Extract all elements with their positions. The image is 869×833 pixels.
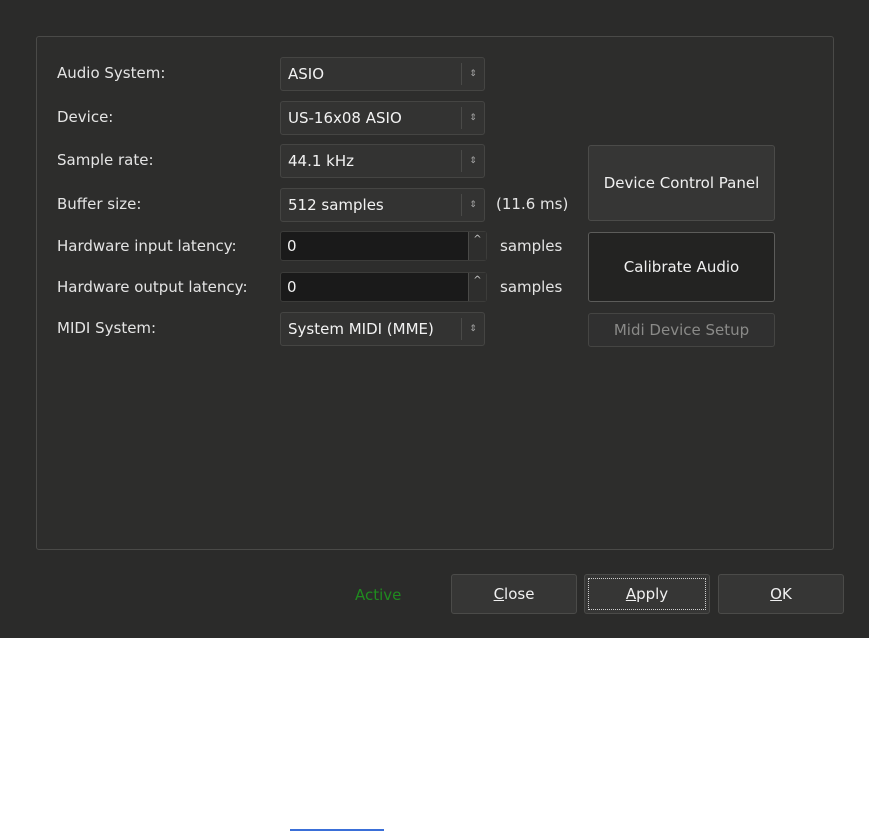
updown-chevron-icon: ⇕ bbox=[461, 63, 484, 85]
midi-system-label: MIDI System: bbox=[57, 319, 157, 337]
hw-input-latency-spinbox[interactable]: 0 ^ bbox=[280, 231, 487, 261]
focus-ring bbox=[588, 578, 706, 610]
device-value: US-16x08 ASIO bbox=[288, 109, 402, 127]
buffer-size-label: Buffer size: bbox=[57, 195, 142, 213]
link-underline bbox=[290, 829, 384, 831]
sample-rate-value: 44.1 kHz bbox=[288, 152, 355, 170]
midi-system-combo[interactable]: System MIDI (MME) ⇕ bbox=[280, 312, 485, 346]
updown-chevron-icon: ⇕ bbox=[461, 107, 484, 129]
hw-output-latency-spinbox[interactable]: 0 ^ bbox=[280, 272, 487, 302]
device-combo[interactable]: US-16x08 ASIO ⇕ bbox=[280, 101, 485, 135]
sample-rate-label: Sample rate: bbox=[57, 151, 154, 169]
hw-output-latency-value: 0 bbox=[287, 278, 297, 296]
audio-settings-dialog: Audio System: ASIO ⇕ Device: US-16x08 AS… bbox=[0, 0, 869, 638]
close-mnemonic: C bbox=[493, 585, 505, 603]
updown-chevron-icon: ⇕ bbox=[461, 150, 484, 172]
ok-label-rest: K bbox=[781, 585, 792, 603]
buffer-size-combo[interactable]: 512 samples ⇕ bbox=[280, 188, 485, 222]
audio-system-combo[interactable]: ASIO ⇕ bbox=[280, 57, 485, 91]
buffer-size-value: 512 samples bbox=[288, 196, 384, 214]
audio-system-value: ASIO bbox=[288, 65, 325, 83]
updown-chevron-icon: ⇕ bbox=[461, 318, 484, 340]
midi-system-value: System MIDI (MME) bbox=[288, 320, 434, 338]
midi-device-setup-button[interactable]: Midi Device Setup bbox=[588, 313, 775, 347]
hw-input-latency-label: Hardware input latency: bbox=[57, 237, 237, 255]
device-label: Device: bbox=[57, 108, 114, 126]
status-indicator: Active bbox=[355, 586, 402, 604]
spin-up-icon[interactable]: ^ bbox=[468, 273, 486, 301]
ok-mnemonic: O bbox=[770, 585, 782, 603]
hw-output-latency-label: Hardware output latency: bbox=[57, 278, 248, 296]
calibrate-audio-button[interactable]: Calibrate Audio bbox=[588, 232, 775, 302]
audio-system-label: Audio System: bbox=[57, 64, 166, 82]
hw-input-latency-unit: samples bbox=[500, 237, 563, 255]
apply-button[interactable]: Apply bbox=[584, 574, 710, 614]
close-label-rest: lose bbox=[504, 585, 535, 603]
ok-button[interactable]: OK bbox=[718, 574, 844, 614]
buffer-latency-text: (11.6 ms) bbox=[496, 195, 569, 213]
device-control-panel-button[interactable]: Device Control Panel bbox=[588, 145, 775, 221]
close-button[interactable]: Close bbox=[451, 574, 577, 614]
hw-input-latency-value: 0 bbox=[287, 237, 297, 255]
spin-up-icon[interactable]: ^ bbox=[468, 232, 486, 260]
sample-rate-combo[interactable]: 44.1 kHz ⇕ bbox=[280, 144, 485, 178]
updown-chevron-icon: ⇕ bbox=[461, 194, 484, 216]
hw-output-latency-unit: samples bbox=[500, 278, 563, 296]
